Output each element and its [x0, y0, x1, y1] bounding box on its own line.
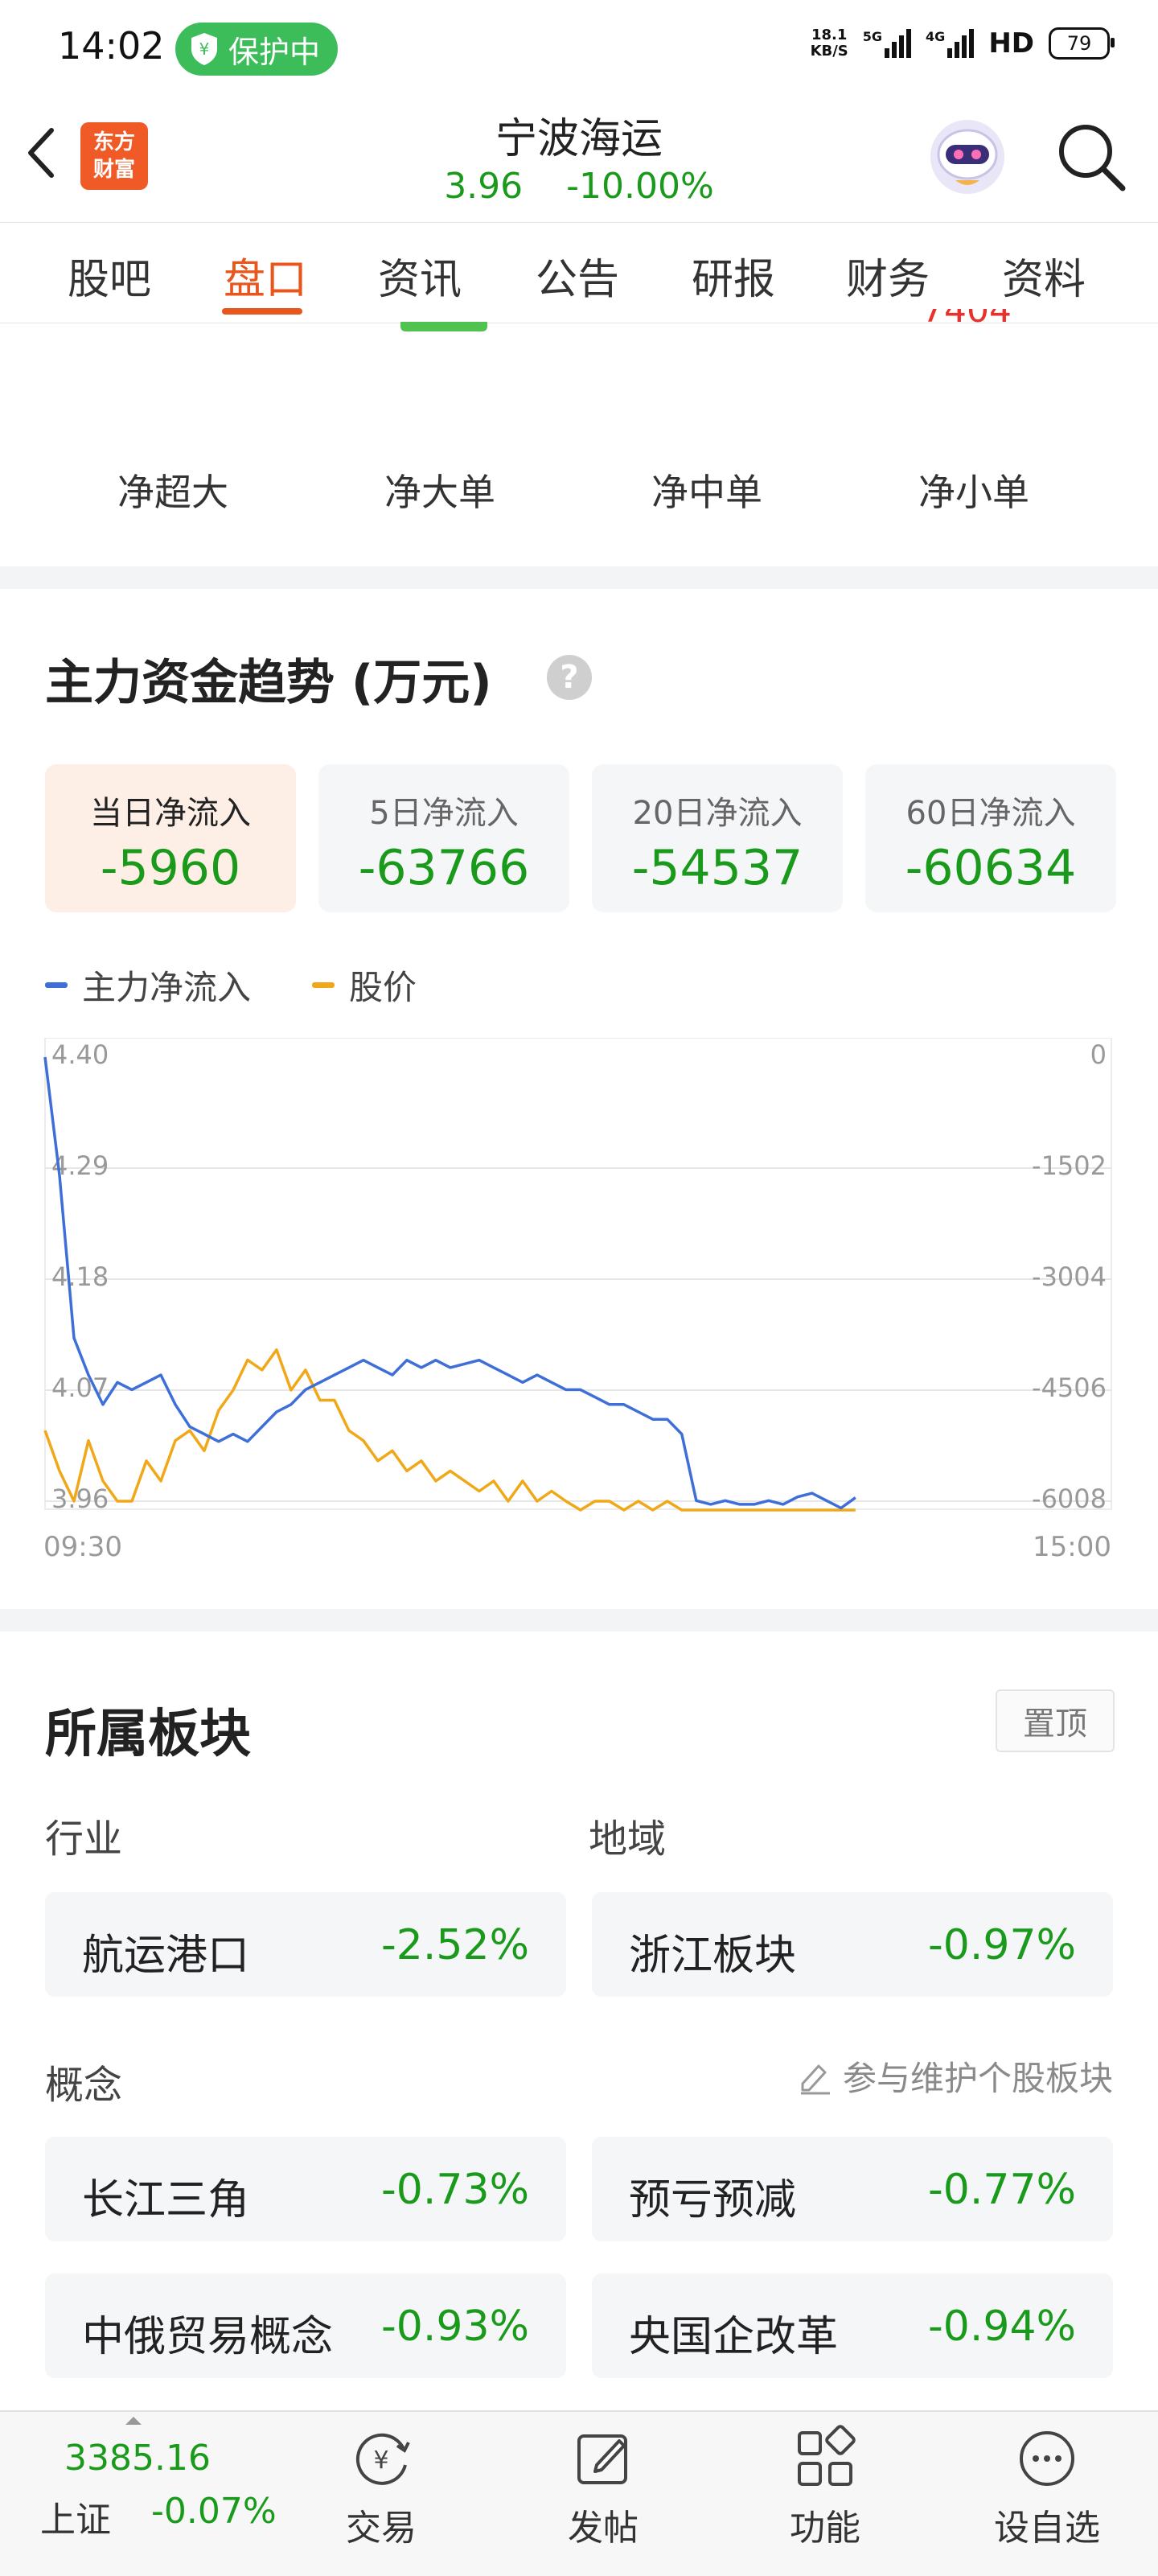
index-name: 上证 — [40, 2500, 111, 2541]
signal-4g-icon: 4G — [926, 29, 975, 58]
sectors-title: 所属板块 — [45, 1705, 251, 1764]
stat-5day[interactable]: 5日净流入 -63766 — [318, 764, 569, 912]
search-icon[interactable] — [1053, 119, 1129, 195]
pin-top-button[interactable]: 置顶 — [996, 1689, 1115, 1752]
sector-card-industry[interactable]: 航运港口 -2.52% — [45, 1892, 566, 1997]
shield-icon: ¥ — [191, 33, 217, 65]
protect-label: 保护中 — [228, 34, 321, 70]
stock-change: -10.00% — [566, 166, 714, 207]
sector-card-concept[interactable]: 央国企改革 -0.94% — [592, 2274, 1113, 2378]
left-axis-tick: 4.18 — [51, 1261, 109, 1292]
status-time: 14:02 — [58, 24, 165, 68]
concept-label: 概念 — [45, 2063, 123, 2108]
tab-profile[interactable]: 资料 — [1002, 245, 1086, 306]
legend-stock-price: 股价 — [312, 961, 417, 1010]
nav-post[interactable]: 发帖 — [523, 2425, 684, 2550]
right-axis-tick: -3004 — [1032, 1261, 1107, 1292]
partial-value: 7404 — [922, 309, 1012, 331]
flow-label-large: 净大单 — [384, 471, 495, 514]
active-tab-indicator — [222, 308, 302, 315]
series-line-inflow — [43, 1056, 856, 1510]
fund-trend-chart: 4.40 04.29 -15024.18 -30044.07 -45063.96 -600… — [43, 1038, 1112, 1563]
stat-today[interactable]: 当日净流入 -5960 — [45, 764, 296, 912]
protect-badge[interactable]: ¥ 保护中 — [175, 23, 339, 76]
sector-card-concept[interactable]: 中俄贸易概念 -0.93% — [45, 2274, 566, 2378]
bottom-bar: 3385.16 上证 -0.07% ¥ 交易 发帖 功能 设自选 — [0, 2410, 1158, 2576]
tab-guba[interactable]: 股吧 — [68, 245, 151, 306]
nav-functions[interactable]: 功能 — [745, 2425, 905, 2550]
status-indicators: 18.1 KB/S 5G 4G HD 79 — [810, 27, 1115, 60]
fund-trend-title: 主力资金趋势 (万元) — [45, 655, 492, 711]
help-icon[interactable]: ? — [547, 655, 592, 700]
trade-icon: ¥ — [355, 2433, 410, 2485]
stock-price: 3.96 — [444, 166, 524, 207]
expand-caret-icon — [125, 2417, 142, 2425]
edit-icon — [800, 2064, 830, 2094]
chart-legend: 主力净流入 股价 — [45, 961, 417, 1010]
tab-pankou[interactable]: 盘口 — [224, 245, 307, 306]
function-icon — [798, 2425, 856, 2486]
svg-text:¥: ¥ — [199, 39, 210, 59]
flow-label-medium: 净中单 — [651, 471, 762, 514]
region-label: 地域 — [589, 1817, 667, 1862]
tab-announcements[interactable]: 公告 — [536, 245, 619, 306]
flow-label-small: 净小单 — [918, 471, 1029, 514]
right-axis-tick: -4506 — [1032, 1372, 1107, 1403]
left-axis-tick: 4.40 — [51, 1039, 109, 1070]
right-axis-tick: -6008 — [1032, 1483, 1107, 1514]
x-axis-start-label: 09:30 — [43, 1531, 122, 1563]
industry-label: 行业 — [45, 1817, 123, 1862]
tab-news[interactable]: 资讯 — [378, 245, 462, 306]
right-axis-tick: 0 — [1090, 1039, 1107, 1070]
hd-label: HD — [988, 27, 1034, 60]
tab-finance[interactable]: 财务 — [846, 245, 930, 306]
tab-research[interactable]: 研报 — [692, 245, 775, 306]
maintain-sectors-link[interactable]: 参与维护个股板块 — [796, 2051, 1113, 2101]
post-icon — [577, 2434, 627, 2484]
left-axis-tick: 3.96 — [51, 1483, 109, 1514]
add-watchlist-icon — [1020, 2431, 1074, 2486]
x-axis-end-label: 15:00 — [1033, 1531, 1111, 1563]
chart-frame — [44, 1038, 1112, 1510]
partial-bar — [400, 322, 487, 331]
index-value: 3385.16 — [64, 2438, 211, 2479]
section-divider — [0, 566, 1158, 589]
flow-label-super-large: 净超大 — [117, 471, 228, 514]
nav-add-watchlist[interactable]: 设自选 — [967, 2425, 1127, 2550]
section-divider — [0, 1609, 1158, 1632]
sector-card-concept[interactable]: 预亏预减 -0.77% — [592, 2137, 1113, 2241]
battery-icon: 79 — [1049, 27, 1115, 60]
svg-text:¥: ¥ — [373, 2446, 388, 2475]
stat-60day[interactable]: 60日净流入 -60634 — [865, 764, 1116, 912]
legend-main-inflow: 主力净流入 — [45, 961, 251, 1010]
robot-assistant-icon[interactable] — [923, 113, 1012, 201]
net-speed: 18.1 KB/S — [810, 27, 848, 60]
nav-trade[interactable]: ¥ 交易 — [301, 2425, 462, 2550]
stat-20day[interactable]: 20日净流入 -54537 — [592, 764, 843, 912]
right-axis-tick: -1502 — [1032, 1150, 1107, 1181]
signal-5g-icon: 5G — [863, 29, 912, 58]
index-change: -0.07% — [151, 2491, 277, 2532]
sector-card-concept[interactable]: 长江三角 -0.73% — [45, 2137, 566, 2241]
series-line-price — [43, 1348, 856, 1512]
sector-card-region[interactable]: 浙江板块 -0.97% — [592, 1892, 1113, 1997]
